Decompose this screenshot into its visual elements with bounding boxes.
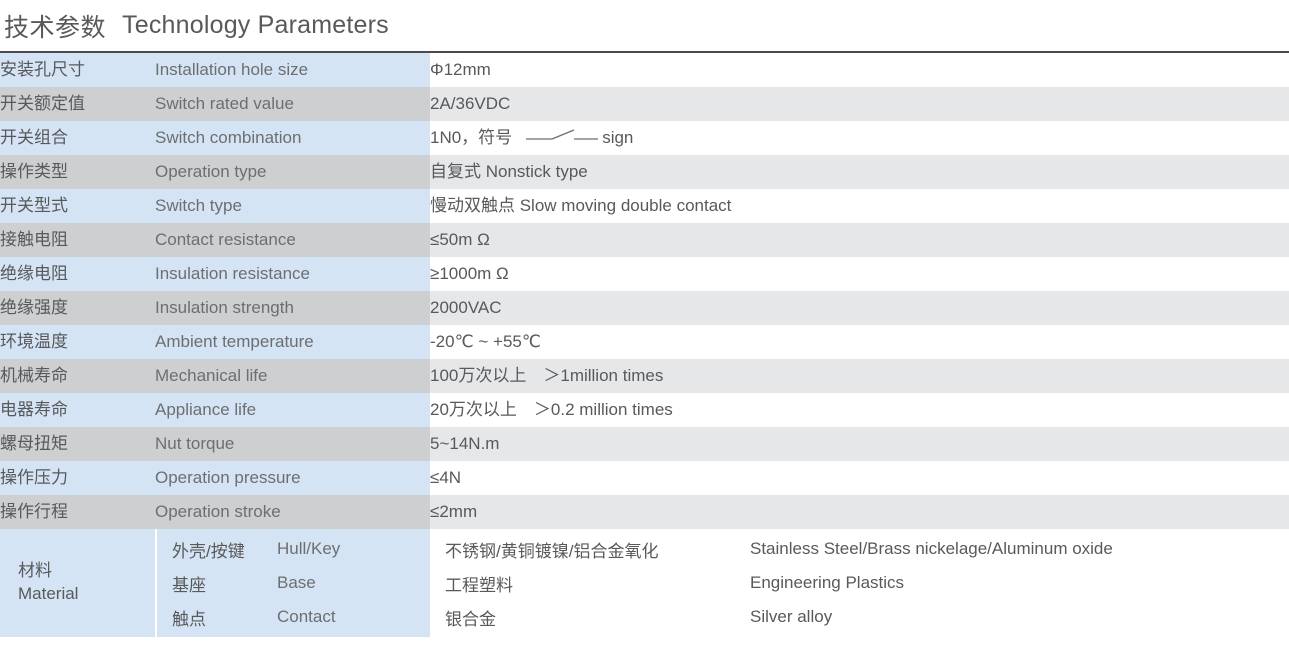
material-sub-label-en: Hull/Key	[277, 539, 341, 558]
param-name-en: Switch combination	[155, 121, 430, 155]
material-sub-row: 外壳/按键 Hull/Key	[157, 532, 430, 566]
param-name-cn: 电器寿命	[0, 393, 155, 427]
table-row: 操作行程 Operation stroke ≤2mm	[0, 495, 1289, 529]
param-name-en: Installation hole size	[155, 53, 430, 87]
table-row: 螺母扭矩 Nut torque 5~14N.m	[0, 427, 1289, 461]
param-value: ≤4N	[430, 461, 1289, 495]
material-value-en: Engineering Plastics	[750, 573, 905, 592]
param-value-prefix: 1N0，符号	[430, 128, 513, 148]
material-value-en: Stainless Steel/Brass nickelage/Aluminum…	[750, 539, 1113, 558]
param-value-suffix: sign	[602, 128, 634, 148]
param-name-cn: 螺母扭矩	[0, 427, 155, 461]
table-row: 操作压力 Operation pressure ≤4N	[0, 461, 1289, 495]
page-title-en: Technology Parameters	[122, 11, 389, 39]
material-sublabels: 外壳/按键 Hull/Key 基座 Base 触点 Contact	[157, 529, 430, 637]
table-row: 电器寿命 Appliance life 20万次以上 ＞0.2 million ti…	[0, 393, 1289, 427]
param-value: ≥1000m Ω	[430, 257, 1289, 291]
param-name-en: Operation stroke	[155, 495, 430, 529]
material-sub-row: 触点 Contact	[157, 600, 430, 634]
material-value-cn: 工程塑料	[445, 575, 513, 595]
param-name-en: Operation type	[155, 155, 430, 189]
normally-open-switch-symbol-icon	[526, 127, 600, 148]
table-row: 操作类型 Operation type 自复式 Nonstick type	[0, 155, 1289, 189]
param-name-en: Appliance life	[155, 393, 430, 427]
param-name-cn: 绝缘电阻	[0, 257, 155, 291]
param-value: 2A/36VDC	[430, 87, 1289, 121]
table-row: 接触电阻 Contact resistance ≤50m Ω	[0, 223, 1289, 257]
material-label: 材料 Material	[0, 529, 155, 637]
param-value: 100万次以上 ＞1million times	[430, 359, 1289, 393]
page-title-cn: 技术参数	[4, 13, 107, 42]
table-row: 安装孔尺寸 Installation hole size Φ12mm	[0, 53, 1289, 87]
material-sub-label-en: Contact	[277, 607, 336, 626]
material-value-cn: 银合金	[445, 609, 496, 629]
param-value: 慢动双触点 Slow moving double contact	[430, 189, 1289, 223]
param-name-cn: 开关额定值	[0, 87, 155, 121]
param-name-cn: 接触电阻	[0, 223, 155, 257]
material-value-row: 银合金 Silver alloy	[430, 600, 1289, 634]
param-name-en: Switch type	[155, 189, 430, 223]
material-value-en: Silver alloy	[750, 607, 833, 626]
material-values: 不锈钢/黄铜镀镍/铝合金氧化 Stainless Steel/Brass nick…	[430, 529, 1289, 637]
param-name-cn: 安装孔尺寸	[0, 53, 155, 87]
param-name-cn: 操作类型	[0, 155, 155, 189]
param-name-en: Nut torque	[155, 427, 430, 461]
param-name-en: Mechanical life	[155, 359, 430, 393]
param-name-cn: 操作压力	[0, 461, 155, 495]
table-row: 开关额定值 Switch rated value 2A/36VDC	[0, 87, 1289, 121]
material-value-row: 工程塑料 Engineering Plastics	[430, 566, 1289, 600]
param-value: 20万次以上 ＞0.2 million times	[430, 393, 1289, 427]
table-row: 绝缘电阻 Insulation resistance ≥1000m Ω	[0, 257, 1289, 291]
table-row: 绝缘强度 Insulation strength 2000VAC	[0, 291, 1289, 325]
param-name-en: Operation pressure	[155, 461, 430, 495]
param-value: 5~14N.m	[430, 427, 1289, 461]
param-name-en: Switch rated value	[155, 87, 430, 121]
param-value: 2000VAC	[430, 291, 1289, 325]
material-sub-label-cn: 触点	[172, 609, 206, 629]
material-section: 材料 Material 外壳/按键 Hull/Key 基座 Base 触点 Contact…	[0, 529, 1289, 637]
param-name-cn: 开关组合	[0, 121, 155, 155]
param-value: ≤50m Ω	[430, 223, 1289, 257]
material-sub-label-cn: 外壳/按键	[172, 541, 245, 561]
param-value: Φ12mm	[430, 53, 1289, 87]
table-row: 机械寿命 Mechanical life 100万次以上 ＞1million tim…	[0, 359, 1289, 393]
material-value-cn: 不锈钢/黄铜镀镍/铝合金氧化	[445, 541, 659, 561]
table-row: 开关型式 Switch type 慢动双触点 Slow moving double …	[0, 189, 1289, 223]
param-value: 自复式 Nonstick type	[430, 155, 1289, 189]
technology-parameters-table: 安装孔尺寸 Installation hole size Φ12mm 开关额定值 Swi…	[0, 53, 1289, 529]
material-sub-label-cn: 基座	[172, 575, 206, 595]
material-sub-row: 基座 Base	[157, 566, 430, 600]
table-row: 开关组合 Switch combination 1N0，符号 sign	[0, 121, 1289, 155]
param-value: ≤2mm	[430, 495, 1289, 529]
param-name-en: Ambient temperature	[155, 325, 430, 359]
param-name-en: Contact resistance	[155, 223, 430, 257]
param-value: 1N0，符号 sign	[430, 121, 1289, 155]
param-name-cn: 机械寿命	[0, 359, 155, 393]
param-name-cn: 绝缘强度	[0, 291, 155, 325]
param-name-cn: 环境温度	[0, 325, 155, 359]
page-title: 技术参数 Technology Parameters	[0, 0, 1289, 51]
param-name-cn: 开关型式	[0, 189, 155, 223]
material-value-row: 不锈钢/黄铜镀镍/铝合金氧化 Stainless Steel/Brass nick…	[430, 532, 1289, 566]
material-sub-label-en: Base	[277, 573, 316, 592]
param-value: -20℃ ~ +55℃	[430, 325, 1289, 359]
material-label-en: Material	[18, 584, 79, 603]
param-name-cn: 操作行程	[0, 495, 155, 529]
param-name-en: Insulation resistance	[155, 257, 430, 291]
table-row: 环境温度 Ambient temperature -20℃ ~ +55℃	[0, 325, 1289, 359]
material-label-cn: 材料	[18, 561, 52, 581]
param-name-en: Insulation strength	[155, 291, 430, 325]
